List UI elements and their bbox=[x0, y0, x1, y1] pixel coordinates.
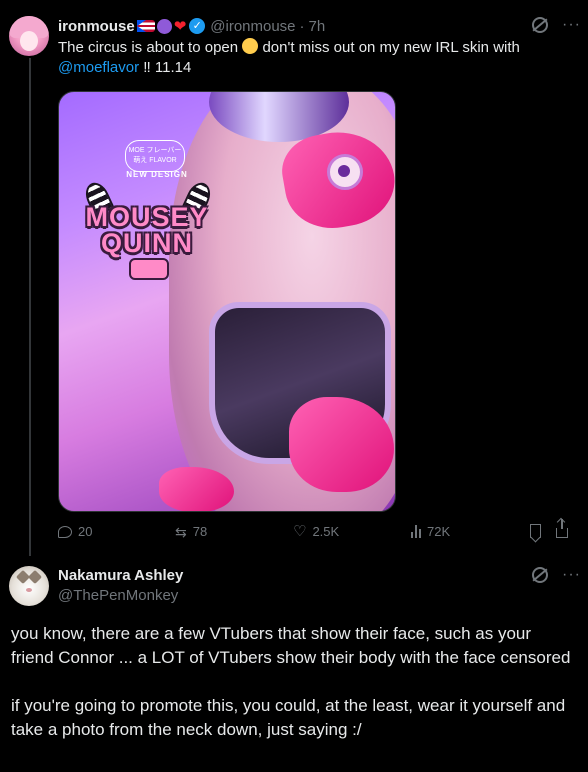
logo-title-line-1: MOUSEY bbox=[85, 202, 209, 232]
bookmark-icon bbox=[530, 524, 541, 538]
reply-icon bbox=[58, 525, 72, 538]
mousey-quinn-logo: MOE フレーバー 萌え FLAVOR NEW DESIGN MOUSEY QU… bbox=[77, 130, 217, 330]
more-icon[interactable]: ··· bbox=[562, 567, 581, 583]
tweet-text-part-2: don't miss out on my new IRL skin with bbox=[262, 39, 520, 56]
repost-icon: ⇆ bbox=[175, 523, 187, 540]
tweet-text-part-1: The circus is about to open bbox=[58, 39, 239, 56]
reply-count: 20 bbox=[78, 524, 93, 539]
avatar-ear-right bbox=[27, 569, 43, 585]
grok-icon[interactable] bbox=[532, 567, 548, 583]
moe-flavor-logo: MOE フレーバー 萌え FLAVOR bbox=[125, 140, 185, 172]
tweet-header: ironmouse ❤ ✓ @ironmouse · 7h bbox=[58, 17, 326, 36]
grok-icon[interactable] bbox=[532, 17, 548, 33]
tweet-top-actions: ··· bbox=[532, 17, 581, 33]
reply-top-actions: ··· bbox=[532, 567, 581, 583]
share-icon bbox=[556, 519, 568, 538]
new-design-label: NEW DESIGN bbox=[126, 170, 188, 179]
more-icon[interactable]: ··· bbox=[562, 17, 581, 33]
media-bow-bottom bbox=[159, 467, 234, 511]
views-icon bbox=[411, 525, 421, 538]
mention-link[interactable]: @moeflavor bbox=[58, 59, 139, 76]
separator: · bbox=[299, 17, 305, 35]
logo-title: MOUSEY QUINN bbox=[77, 202, 217, 258]
avatar-nakamura-ashley[interactable] bbox=[9, 566, 49, 606]
devil-emoji-icon bbox=[156, 18, 172, 34]
thread-connector-line bbox=[29, 58, 31, 556]
repost-button[interactable]: ⇆ 78 bbox=[175, 524, 207, 539]
repost-count: 78 bbox=[192, 524, 208, 539]
logo-title-line-2: QUINN bbox=[101, 228, 193, 258]
verified-badge-icon[interactable]: ✓ bbox=[189, 18, 206, 34]
smiling-emoji-icon bbox=[242, 38, 259, 54]
reply-author-handle[interactable]: @ThePenMonkey bbox=[58, 587, 178, 604]
like-count: 2.5K bbox=[312, 524, 340, 539]
avatar-ironmouse[interactable] bbox=[9, 16, 49, 56]
reply-paragraph-1: you know, there are a few VTubers that s… bbox=[11, 624, 571, 667]
logo-ribbon-icon bbox=[129, 258, 169, 280]
tweet-media-image[interactable]: MOE フレーバー 萌え FLAVOR NEW DESIGN MOUSEY QU… bbox=[58, 91, 396, 512]
avatar-nose bbox=[26, 588, 32, 592]
reply-author-name[interactable]: Nakamura Ashley bbox=[58, 567, 183, 584]
heart-emoji-icon: ❤ bbox=[173, 18, 187, 35]
media-eye-charm bbox=[327, 154, 363, 190]
tweet-text: The circus is about to open don't miss o… bbox=[58, 38, 548, 78]
author-handle[interactable]: @ironmouse bbox=[210, 18, 295, 35]
tweet-text-tail: ‼ 11.14 bbox=[143, 59, 192, 76]
views-button[interactable]: 72K bbox=[411, 524, 450, 539]
bookmark-button[interactable] bbox=[530, 524, 541, 538]
avatar-face bbox=[20, 31, 38, 51]
views-count: 72K bbox=[427, 524, 451, 539]
share-button[interactable] bbox=[556, 519, 568, 538]
flag-pr-icon bbox=[136, 20, 155, 32]
timestamp[interactable]: 7h bbox=[309, 18, 326, 35]
reply-text: you know, there are a few VTubers that s… bbox=[11, 622, 571, 766]
reply-paragraph-2: if you're going to promote this, you cou… bbox=[11, 696, 566, 739]
reply-button[interactable]: 20 bbox=[58, 524, 92, 539]
like-icon: ♡ bbox=[293, 522, 307, 540]
like-button[interactable]: ♡ 2.5K bbox=[293, 522, 340, 540]
author-name[interactable]: ironmouse bbox=[58, 18, 135, 35]
